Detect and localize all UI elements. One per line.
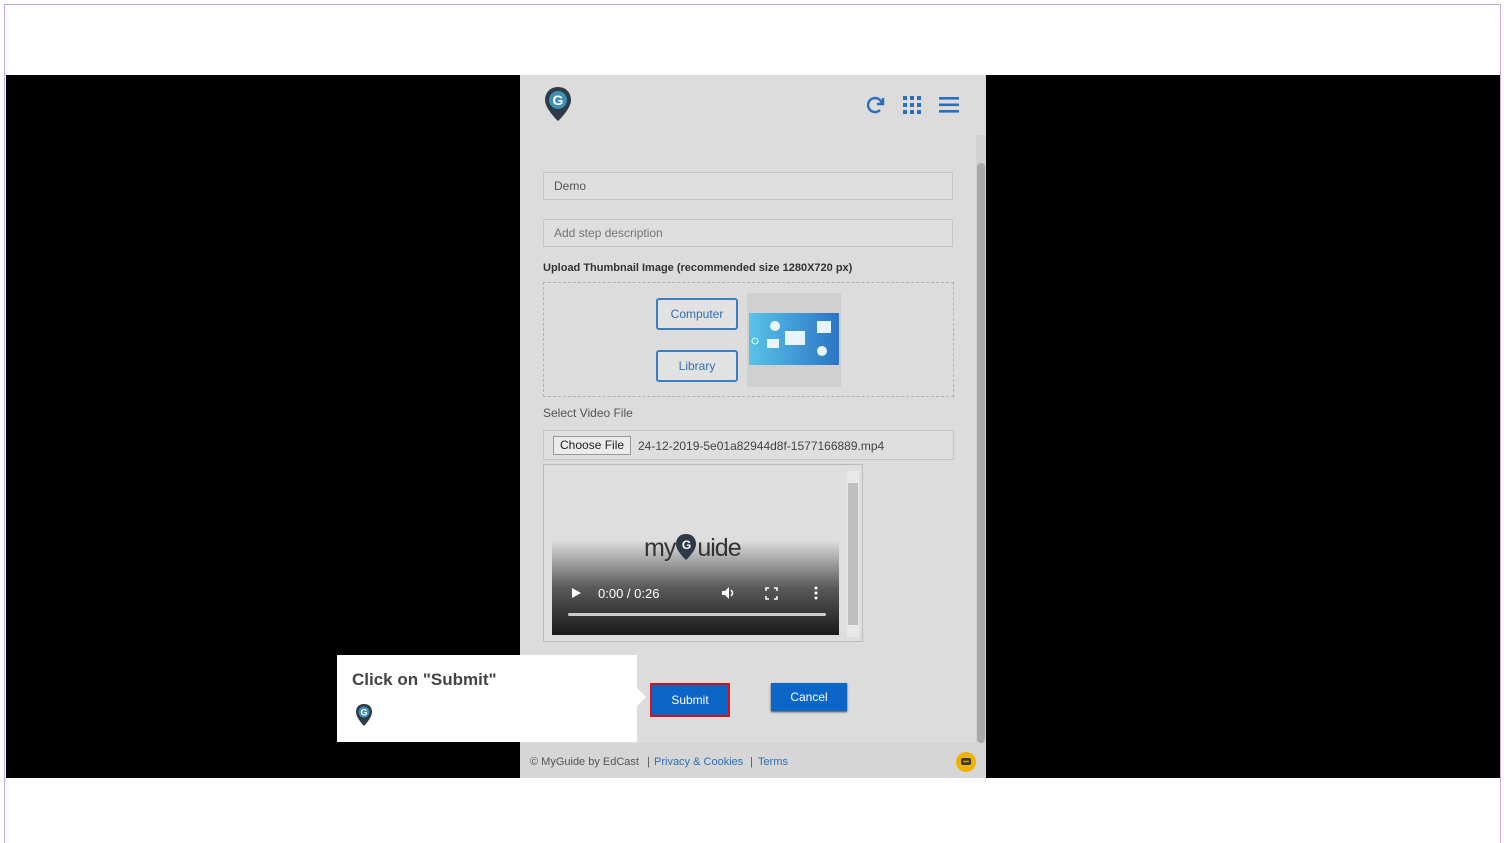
- svg-text:G: G: [360, 708, 367, 718]
- callout-text: Click on "Submit": [352, 670, 497, 689]
- cancel-button[interactable]: Cancel: [771, 683, 847, 711]
- chat-icon[interactable]: [956, 752, 976, 772]
- guide-callout: Click on "Submit" G: [337, 655, 637, 742]
- library-upload-button[interactable]: Library: [656, 350, 738, 382]
- callout-arrow: [637, 688, 646, 706]
- volume-icon[interactable]: [721, 586, 737, 600]
- myguide-logo-icon: G: [545, 87, 571, 121]
- svg-text:G: G: [682, 538, 691, 552]
- panel-scrollbar[interactable]: [976, 135, 986, 745]
- privacy-cookies-link[interactable]: Privacy & Cookies: [654, 756, 743, 768]
- myguide-logo-icon: G: [356, 704, 372, 726]
- video-scrollbar-thumb[interactable]: [848, 483, 858, 625]
- selected-file-name: 24-12-2019-5e01a82944d8f-1577166889.mp4: [638, 439, 885, 453]
- step-title-input[interactable]: [543, 172, 953, 200]
- panel-scrollbar-thumb[interactable]: [977, 163, 985, 743]
- computer-upload-button[interactable]: Computer: [656, 298, 738, 330]
- hamburger-menu-icon[interactable]: [937, 93, 961, 117]
- svg-text:G: G: [553, 92, 564, 108]
- step-description-input[interactable]: [543, 219, 953, 247]
- copyright-text: © MyGuide by EdCast: [530, 756, 639, 768]
- video-player[interactable]: my Guide 0:00 / 0:26: [552, 477, 839, 635]
- video-time: 0:00 / 0:26: [598, 586, 660, 601]
- submit-button[interactable]: Submit: [650, 683, 730, 717]
- play-icon[interactable]: [570, 587, 582, 599]
- video-scrollbar[interactable]: [847, 471, 859, 637]
- upload-thumbnail-label: Upload Thumbnail Image (recommended size…: [543, 262, 853, 274]
- footer-separator: |: [647, 756, 650, 768]
- apps-grid-icon[interactable]: [900, 93, 924, 117]
- video-progress-bar[interactable]: [568, 613, 826, 616]
- terms-link[interactable]: Terms: [758, 756, 788, 768]
- video-brand-text: my Guide: [644, 534, 742, 562]
- select-video-label: Select Video File: [543, 406, 633, 420]
- more-options-icon[interactable]: [813, 586, 819, 600]
- video-file-input: Choose File 24-12-2019-5e01a82944d8f-157…: [543, 430, 954, 460]
- footer-separator: |: [750, 756, 753, 768]
- thumbnail-preview: [747, 293, 841, 387]
- fullscreen-icon[interactable]: [765, 587, 778, 600]
- panel-header: G: [520, 75, 986, 133]
- panel-footer: © MyGuide by EdCast | Privacy & Cookies …: [520, 743, 986, 778]
- thumbnail-image-icon: [749, 313, 839, 365]
- myguide-logo-icon: G: [676, 534, 697, 560]
- video-preview-box: my Guide 0:00 / 0:26: [543, 464, 863, 642]
- refresh-icon[interactable]: [863, 93, 887, 117]
- choose-file-button[interactable]: Choose File: [553, 436, 632, 455]
